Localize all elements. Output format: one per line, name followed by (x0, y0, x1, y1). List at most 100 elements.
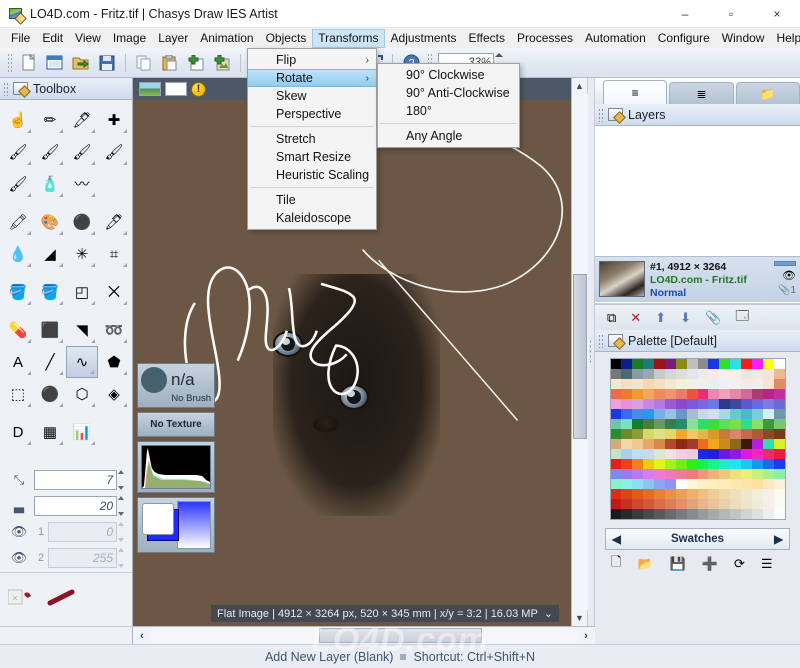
clone-brush-icon[interactable]: 🖌 (98, 136, 130, 168)
close-button[interactable]: × (754, 0, 800, 28)
palette-swatch[interactable] (621, 429, 633, 439)
menu-item-animation[interactable]: Animation (194, 29, 259, 48)
palette-swatch[interactable] (773, 489, 785, 499)
foreground-background-colors[interactable] (141, 501, 179, 549)
menu-option-tile[interactable]: Tile (248, 191, 376, 209)
delete-layer-button[interactable]: ✕ (630, 310, 641, 326)
image-preview-thumb[interactable] (139, 82, 161, 96)
palette-swatch[interactable] (697, 509, 709, 519)
palette-swatch[interactable] (708, 379, 720, 389)
palette-swatch[interactable] (632, 409, 644, 419)
palette-swatch[interactable] (741, 419, 752, 429)
fine-pen-icon[interactable]: 🖊 (98, 206, 130, 238)
histogram-tool-icon[interactable]: 📊 (66, 416, 98, 448)
palette-swatch[interactable] (741, 449, 752, 459)
palette-swatch[interactable] (751, 429, 763, 439)
palette-swatch[interactable] (719, 499, 731, 509)
palette-swatch[interactable] (719, 429, 731, 439)
palette-swatch[interactable] (773, 459, 785, 469)
palette-swatch[interactable] (664, 419, 676, 429)
palette-swatch[interactable] (730, 499, 741, 509)
curve-tool-icon[interactable]: ∿ (66, 346, 98, 378)
palette-swatch[interactable] (664, 449, 676, 459)
sphere-paint-icon[interactable]: 🎨 (34, 206, 66, 238)
palette-swatch[interactable] (686, 389, 698, 399)
palette-swatch[interactable] (664, 389, 676, 399)
palette-swatch[interactable] (697, 399, 709, 409)
palette-grip[interactable] (598, 333, 603, 348)
text-tool-icon[interactable]: A (2, 346, 34, 378)
scroll-up-button[interactable]: ▲ (572, 78, 588, 94)
palette-swatch[interactable] (675, 479, 687, 489)
palette-swatch[interactable] (610, 449, 622, 459)
palette-swatch[interactable] (751, 409, 763, 419)
palette-swatch[interactable] (675, 359, 687, 369)
value-stepper[interactable] (118, 496, 128, 516)
palette-swatch[interactable] (762, 499, 774, 509)
save-palette-button[interactable]: 💾 (670, 556, 686, 572)
palette-swatch[interactable] (686, 369, 698, 379)
palette-swatch[interactable] (675, 469, 687, 479)
palette-swatch[interactable] (643, 369, 654, 379)
menu-item-effects[interactable]: Effects (463, 29, 511, 48)
palette-swatch[interactable] (751, 379, 763, 389)
palette-swatch[interactable] (632, 469, 644, 479)
palette-swatch[interactable] (610, 439, 622, 449)
menu-item-transforms[interactable]: Transforms (312, 28, 385, 48)
palette-swatch[interactable] (621, 409, 633, 419)
palette-swatch[interactable] (708, 399, 720, 409)
palette-swatch[interactable] (654, 419, 665, 429)
palette-swatch[interactable] (708, 489, 720, 499)
hscroll-track[interactable] (151, 626, 577, 645)
texture-preview-box[interactable]: No Texture (137, 412, 215, 437)
tool-options-corner[interactable] (123, 263, 127, 267)
palette-swatch[interactable] (762, 459, 774, 469)
palette-swatch[interactable] (708, 469, 720, 479)
layer-list[interactable]: #1, 4912 × 3264 LO4D.com - Fritz.tif Nor… (595, 126, 800, 304)
palette-swatch[interactable] (621, 389, 633, 399)
tool-options-corner[interactable] (123, 129, 127, 133)
drop-shadow-icon[interactable]: D (2, 416, 34, 448)
menu-option-any-angle[interactable]: Any Angle (378, 127, 519, 145)
palette-swatch[interactable] (675, 449, 687, 459)
palette-swatch[interactable] (686, 479, 698, 489)
palette-swatch[interactable] (610, 499, 622, 509)
cube-3d-icon[interactable]: ⬡ (66, 378, 98, 410)
move-layer-up-button[interactable]: ⬆ (655, 310, 666, 326)
menu-option-90-anti-clockwise[interactable]: 90° Anti-Clockwise (378, 84, 519, 102)
brush-stroke-preview[interactable] (46, 588, 80, 611)
palette-swatch[interactable] (654, 389, 665, 399)
menu-option-rotate[interactable]: Rotate › (248, 69, 376, 87)
palette-swatch[interactable] (773, 479, 785, 489)
palette-swatch[interactable] (654, 509, 665, 519)
menu-item-edit[interactable]: Edit (36, 29, 69, 48)
menu-item-image[interactable]: Image (107, 29, 152, 48)
alpha-preview-thumb[interactable] (165, 82, 187, 96)
palette-swatch[interactable] (697, 429, 709, 439)
tool-options-corner[interactable] (59, 161, 63, 165)
menu-option-flip[interactable]: Flip › (248, 51, 376, 69)
tool-options-corner[interactable] (59, 441, 63, 445)
palette-swatch[interactable] (610, 419, 622, 429)
palette-swatch[interactable] (730, 399, 741, 409)
palette-swatch[interactable] (697, 389, 709, 399)
palette-swatch[interactable] (762, 479, 774, 489)
palette-swatch[interactable] (664, 479, 676, 489)
palette-swatch[interactable] (719, 399, 731, 409)
palette-swatch[interactable] (664, 429, 676, 439)
palette-swatch[interactable] (762, 359, 774, 369)
palette-swatch[interactable] (643, 379, 654, 389)
palette-swatch[interactable] (697, 439, 709, 449)
palette-swatch[interactable] (621, 399, 633, 409)
palette-swatch[interactable] (741, 409, 752, 419)
save-icon[interactable] (94, 51, 120, 75)
palette-swatch[interactable] (697, 459, 709, 469)
palette-swatch[interactable] (719, 419, 731, 429)
palette-swatch[interactable] (730, 359, 741, 369)
palette-swatch[interactable] (654, 369, 665, 379)
palette-swatch[interactable] (654, 439, 665, 449)
palette-swatch[interactable] (664, 359, 676, 369)
palette-swatch[interactable] (730, 389, 741, 399)
new-palette-button[interactable]: 🗋 (611, 553, 621, 575)
prev-swatch-button[interactable]: ◀ (612, 532, 621, 546)
